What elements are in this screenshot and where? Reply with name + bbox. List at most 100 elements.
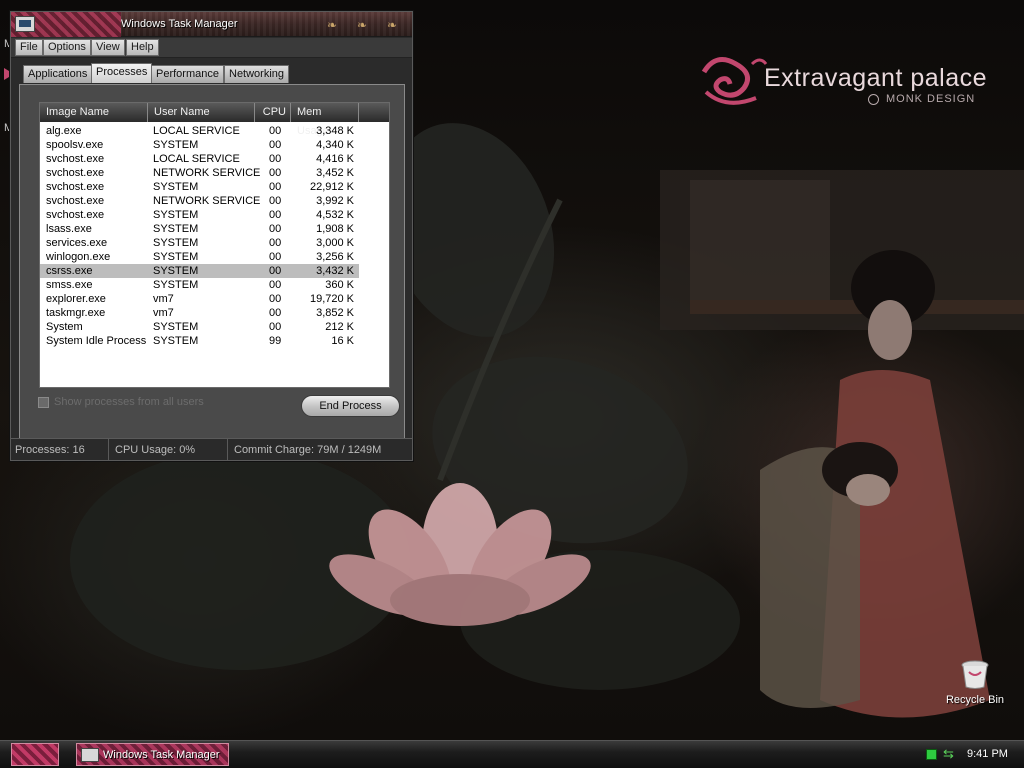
process-cpu: 00 (269, 223, 282, 235)
process-user: SYSTEM (153, 181, 199, 193)
checkbox-box[interactable] (38, 397, 49, 408)
process-mem: 3,452 K (316, 167, 354, 179)
recycle-bin-label: Recycle Bin (945, 694, 1005, 706)
tab-processes[interactable]: Processes (91, 63, 153, 83)
process-name: smss.exe (46, 279, 93, 291)
process-user: NETWORK SERVICE (153, 195, 261, 207)
process-row[interactable]: svchost.exe SYSTEM 00 22,912 K (40, 180, 359, 194)
process-cpu: 00 (269, 209, 282, 221)
brand-dot-icon (868, 94, 879, 105)
process-user: SYSTEM (153, 335, 199, 347)
process-row[interactable]: smss.exe SYSTEM 00 360 K (40, 278, 359, 292)
process-cpu: 00 (269, 139, 282, 151)
process-row[interactable]: taskmgr.exe vm7 00 3,852 K (40, 306, 359, 320)
process-row[interactable]: csrss.exe SYSTEM 00 3,432 K (40, 264, 359, 278)
process-user: SYSTEM (153, 251, 199, 263)
tab-performance[interactable]: Performance (151, 65, 224, 83)
process-cpu: 00 (269, 251, 282, 263)
process-name: alg.exe (46, 125, 82, 137)
column-image-name[interactable]: Image Name (40, 103, 148, 122)
process-user: LOCAL SERVICE (153, 153, 240, 165)
process-user: SYSTEM (153, 223, 199, 235)
process-name: csrss.exe (46, 265, 93, 277)
status-bar: Processes: 16 CPU Usage: 0% Commit Charg… (11, 438, 412, 461)
menu-file[interactable]: File (15, 39, 43, 56)
tray-status-icon[interactable] (926, 749, 937, 760)
process-mem: 3,852 K (316, 307, 354, 319)
process-name: svchost.exe (46, 209, 105, 221)
process-name: lsass.exe (46, 223, 92, 235)
recycle-bin[interactable]: Recycle Bin (940, 658, 1010, 706)
process-user: SYSTEM (153, 139, 199, 151)
process-name: svchost.exe (46, 153, 105, 165)
process-cpu: 99 (269, 335, 282, 347)
process-mem: 3,432 K (316, 265, 354, 277)
process-mem: 16 K (331, 335, 354, 347)
process-row[interactable]: services.exe SYSTEM 00 3,000 K (40, 236, 359, 250)
system-tray: ⇆ 9:41 PM (915, 743, 1024, 766)
task-manager-window: Windows Task Manager ❧ ❧ ❧ File Options … (10, 11, 413, 461)
process-row[interactable]: System Idle Process SYSTEM 99 16 K (40, 334, 359, 348)
process-cpu: 00 (269, 265, 282, 277)
window-titlebar[interactable]: Windows Task Manager ❧ ❧ ❧ (11, 12, 412, 37)
menu-options[interactable]: Options (43, 39, 91, 56)
process-name: winlogon.exe (46, 251, 111, 263)
brand-subtitle: MONK DESIGN (886, 93, 976, 105)
process-row[interactable]: svchost.exe SYSTEM 00 4,532 K (40, 208, 359, 222)
process-mem: 212 K (325, 321, 354, 333)
process-name: taskmgr.exe (46, 307, 106, 319)
process-user: SYSTEM (153, 209, 199, 221)
process-row[interactable]: spoolsv.exe SYSTEM 00 4,340 K (40, 138, 359, 152)
tab-networking[interactable]: Networking (224, 65, 290, 83)
process-mem: 3,000 K (316, 237, 354, 249)
process-mem: 3,348 K (316, 125, 354, 137)
taskbar: Windows Task Manager ⇆ 9:41 PM (0, 740, 1024, 768)
process-name: services.exe (46, 237, 108, 249)
process-user: LOCAL SERVICE (153, 125, 240, 137)
process-mem: 360 K (325, 279, 354, 291)
process-row[interactable]: svchost.exe LOCAL SERVICE 00 4,416 K (40, 152, 359, 166)
process-name: svchost.exe (46, 167, 105, 179)
maximize-button[interactable]: ❧ (357, 18, 367, 32)
window-title: Windows Task Manager (121, 18, 238, 30)
process-mem: 1,908 K (316, 223, 354, 235)
process-cpu: 00 (269, 307, 282, 319)
end-process-button[interactable]: End Process (301, 395, 400, 417)
start-button[interactable] (11, 743, 59, 766)
tray-network-icon[interactable]: ⇆ (943, 746, 954, 762)
status-cpu-usage: CPU Usage: 0% (109, 439, 228, 461)
process-row[interactable]: svchost.exe NETWORK SERVICE 00 3,992 K (40, 194, 359, 208)
status-commit-charge: Commit Charge: 79M / 1249M (234, 444, 382, 456)
process-cpu: 00 (269, 153, 282, 165)
process-mem: 4,532 K (316, 209, 354, 221)
process-user: SYSTEM (153, 279, 199, 291)
process-mem: 3,256 K (316, 251, 354, 263)
menu-help[interactable]: Help (126, 39, 159, 56)
column-user-name[interactable]: User Name (148, 103, 255, 122)
process-cpu: 00 (269, 279, 282, 291)
process-row[interactable]: explorer.exe vm7 00 19,720 K (40, 292, 359, 306)
tab-applications[interactable]: Applications (23, 65, 93, 83)
column-cpu[interactable]: CPU (255, 103, 291, 122)
minimize-button[interactable]: ❧ (327, 18, 337, 32)
taskbar-task-label: Windows Task Manager (103, 749, 220, 761)
process-row[interactable]: winlogon.exe SYSTEM 00 3,256 K (40, 250, 359, 264)
process-row[interactable]: svchost.exe NETWORK SERVICE 00 3,452 K (40, 166, 359, 180)
process-cpu: 00 (269, 125, 282, 137)
process-cpu: 00 (269, 293, 282, 305)
taskbar-task-manager-button[interactable]: Windows Task Manager (76, 743, 229, 766)
column-mem-usage[interactable]: Mem Usage (291, 103, 359, 137)
list-header: Image Name User Name CPU Mem Usage (40, 103, 389, 137)
clock[interactable]: 9:41 PM (967, 748, 1008, 760)
process-list[interactable]: Image Name User Name CPU Mem Usage alg.e… (39, 102, 390, 388)
process-name: System Idle Process (46, 335, 147, 347)
close-button[interactable]: ❧ (387, 18, 397, 32)
process-row[interactable]: lsass.exe SYSTEM 00 1,908 K (40, 222, 359, 236)
menu-view[interactable]: View (91, 39, 125, 56)
process-row[interactable]: System SYSTEM 00 212 K (40, 320, 359, 334)
process-mem: 3,992 K (316, 195, 354, 207)
menu-bar: File Options View Help (11, 38, 412, 58)
process-user: NETWORK SERVICE (153, 167, 261, 179)
process-row[interactable]: alg.exe LOCAL SERVICE 00 3,348 K (40, 124, 359, 138)
process-cpu: 00 (269, 321, 282, 333)
